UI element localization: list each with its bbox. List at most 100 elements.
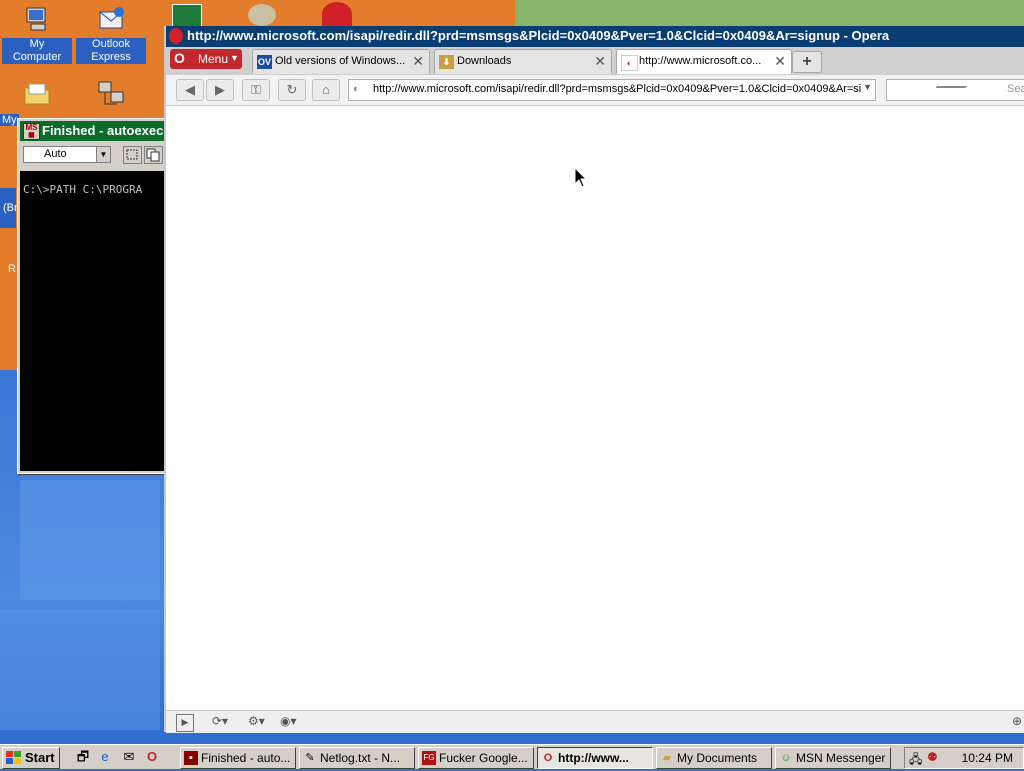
desktop-icon-outlook-express[interactable]: Outlook Express [76, 4, 146, 64]
desktop-icon-partial[interactable]: R [8, 263, 16, 275]
folder-icon: ▰ [662, 752, 672, 764]
taskbar-item-console[interactable]: ▪ Finished - auto... [180, 747, 296, 769]
opera-logo-icon: O [174, 50, 185, 66]
opera-menu-button[interactable]: O Menu ▼ [170, 49, 242, 69]
opera-icon: O [543, 752, 553, 764]
system-tray: 🖧 ⚉ 10:24 PM [904, 747, 1024, 769]
taskbar-item-label: Finished - auto... [201, 751, 291, 765]
mail-icon [95, 4, 127, 36]
show-desktop-icon[interactable]: 🗗 [74, 748, 92, 766]
menu-label: Menu [198, 52, 229, 66]
taskbar-item-label: Fucker Google... [439, 751, 528, 765]
desktop-icon-label: My Computer [2, 38, 72, 64]
status-bar: ▶ ⟳▾ ⚙▾ ◉▾ ⊕ [166, 710, 1024, 733]
ov-favicon-icon: OV [257, 55, 272, 69]
taskbar-item-fucker-google[interactable]: FG Fucker Google... [418, 747, 534, 769]
console-window[interactable]: MS ◼ Finished - autoexec Auto ▼ C:\>PATH … [17, 118, 167, 474]
taskbar-item-label: http://www... [558, 751, 629, 765]
navigation-bar: ◀ ▶ ⚿ ↻ ⌂ ◐ http://www.microsoft.com/isa… [166, 75, 1024, 106]
reload-button[interactable]: ↻ [278, 79, 306, 101]
font-size-select[interactable]: Auto ▼ [23, 146, 111, 163]
home-button[interactable]: ⌂ [312, 79, 340, 101]
network-icon [95, 78, 127, 110]
turbo-icon[interactable]: ◉▾ [280, 714, 297, 730]
opera-icon[interactable] [322, 2, 352, 26]
taskbar: Start 🗗 e ✉ O ▪ Finished - auto... ✎ Net… [0, 744, 1024, 769]
plus-icon: + [802, 53, 812, 70]
console-line: C:\>PATH C:\PROGRA [23, 183, 143, 196]
close-icon[interactable]: ✕ [774, 53, 786, 70]
chevron-down-icon[interactable]: ▼ [96, 147, 110, 162]
console-titlebar[interactable]: MS ◼ Finished - autoexec [20, 121, 166, 141]
new-tab-button[interactable]: + [792, 51, 822, 73]
page-content[interactable] [166, 106, 1024, 710]
panel-toggle-icon[interactable]: ▶ [176, 714, 194, 732]
desktop-icon-my-documents[interactable] [2, 78, 72, 112]
fg-icon: FG [422, 751, 436, 765]
taskbar-item-my-documents[interactable]: ▰ My Documents [656, 747, 772, 769]
arrow-right-icon: ▶ [215, 82, 225, 97]
download-icon: ⬇ [439, 55, 454, 69]
start-button[interactable]: Start [2, 747, 60, 769]
msdos-icon[interactable]: MS ◼ [23, 123, 40, 140]
msn-status-icon[interactable]: ⚉ [927, 750, 938, 764]
copy-icon[interactable] [144, 146, 163, 164]
excel-icon[interactable] [172, 4, 202, 28]
console-toolbar: Auto ▼ [20, 143, 166, 167]
chevron-down-icon[interactable]: ▼ [863, 82, 872, 92]
desktop-icon-network[interactable] [76, 78, 146, 112]
tab-downloads[interactable]: ⬇ Downloads ✕ [434, 49, 612, 74]
desktop-icon-partial[interactable]: (Br [0, 188, 18, 228]
address-bar[interactable]: ◐ http://www.microsoft.com/isapi/redir.d… [348, 79, 876, 101]
wallpaper-shape [0, 610, 160, 730]
browser-window[interactable]: http://www.microsoft.com/isapi/redir.dll… [164, 26, 1024, 733]
desktop-icon-my-computer[interactable]: My Computer [2, 4, 72, 64]
tab-label: Old versions of Windows... [275, 55, 406, 67]
console-title: Finished - autoexec [42, 123, 164, 138]
unite-icon[interactable]: ⚙▾ [248, 714, 265, 730]
taskbar-item-label: My Documents [677, 751, 758, 765]
tab-label: http://www.microsoft.co... [639, 55, 762, 67]
page-icon: ◐ [621, 55, 638, 71]
browser-titlebar[interactable]: http://www.microsoft.com/isapi/redir.dll… [166, 26, 1024, 47]
wallpaper-shape [20, 480, 160, 600]
taskbar-item-label: Netlog.txt - N... [320, 751, 401, 765]
scheduler-icon[interactable] [248, 4, 276, 26]
tab-label: Downloads [457, 55, 512, 67]
notepad-icon: ✎ [305, 752, 315, 764]
font-size-value: Auto [44, 148, 67, 160]
tab-bar: O Menu ▼ OV Old versions of Windows... ✕… [166, 47, 1024, 75]
tab-microsoft[interactable]: ◐ http://www.microsoft.co... ✕ [616, 49, 792, 74]
internet-explorer-icon[interactable]: e [96, 748, 114, 766]
password-manager-button[interactable]: ⚿ [242, 79, 270, 101]
reload-icon: ↻ [286, 82, 298, 97]
opera-icon[interactable]: O [143, 748, 161, 766]
windows-logo-icon [6, 751, 22, 768]
outlook-express-icon[interactable]: ✉ [120, 748, 138, 766]
computer-icon [21, 4, 53, 36]
search-field[interactable]: Sea [886, 79, 1024, 101]
search-placeholder: Sea [1007, 83, 1024, 95]
close-icon[interactable]: ✕ [594, 53, 606, 70]
console-output[interactable]: C:\>PATH C:\PROGRA [20, 171, 166, 471]
taskbar-item-msn-messenger[interactable]: ☺ MSN Messenger [775, 747, 891, 769]
taskbar-item-notepad[interactable]: ✎ Netlog.txt - N... [299, 747, 415, 769]
search-engine-icon [928, 86, 968, 96]
start-label: Start [25, 750, 55, 765]
mark-icon[interactable] [123, 146, 142, 164]
msn-icon: ☺ [780, 752, 792, 764]
clock[interactable]: 10:24 PM [962, 751, 1013, 765]
tab-old-versions[interactable]: OV Old versions of Windows... ✕ [252, 49, 430, 74]
desktop-icon-label: My [0, 114, 19, 126]
taskbar-item-label: MSN Messenger [796, 751, 886, 765]
chevron-down-icon: ▼ [230, 53, 239, 63]
forward-button[interactable]: ▶ [206, 79, 234, 101]
taskbar-item-opera[interactable]: O http://www... [537, 747, 653, 769]
folder-icon [21, 78, 53, 110]
key-icon: ⚿ [251, 82, 261, 97]
zoom-icon[interactable]: ⊕ [1012, 714, 1022, 730]
sync-icon[interactable]: ⟳▾ [212, 714, 228, 730]
back-button[interactable]: ◀ [176, 79, 204, 101]
msdos-icon: ▪ [184, 751, 198, 765]
close-icon[interactable]: ✕ [412, 53, 424, 70]
